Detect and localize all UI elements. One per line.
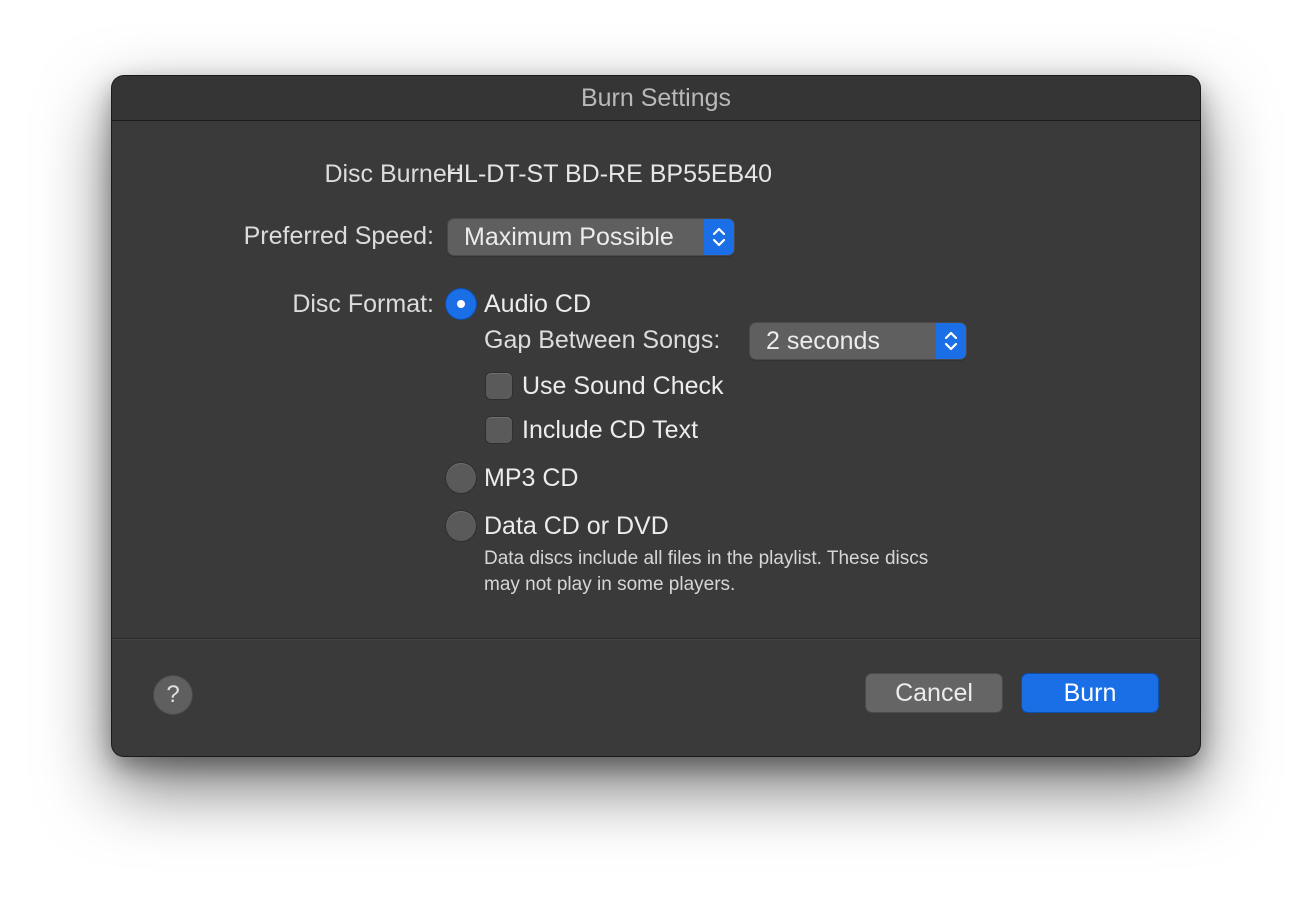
use-sound-check-label[interactable]: Use Sound Check [522,372,724,401]
preferred-speed-popup[interactable]: Maximum Possible [448,219,734,255]
data-cd-note: Data discs include all files in the play… [484,548,929,595]
chevron-up-down-icon [936,323,966,359]
burn-button[interactable]: Burn [1022,674,1158,712]
preferred-speed-label: Preferred Speed: [243,222,434,250]
data-cd-radio[interactable] [446,511,476,541]
chevron-up-down-icon [704,219,734,255]
audio-cd-radio[interactable] [446,289,476,319]
include-cd-text-checkbox[interactable] [486,417,512,443]
data-cd-label[interactable]: Data CD or DVD [484,512,669,541]
footer-divider [112,638,1200,640]
disc-format-label: Disc Format: [292,290,434,318]
preferred-speed-value: Maximum Possible [464,222,674,251]
title-bar: Burn Settings [112,76,1200,121]
cancel-button[interactable]: Cancel [866,674,1002,712]
help-button[interactable]: ? [154,676,192,714]
gap-between-songs-label: Gap Between Songs: [484,326,721,354]
dialog-title: Burn Settings [580,83,732,112]
include-cd-text-label[interactable]: Include CD Text [522,416,698,445]
mp3-cd-label[interactable]: MP3 CD [484,464,578,493]
use-sound-check-checkbox[interactable] [486,373,512,399]
burn-settings-dialog: Burn Settings Disc Burner: HL-DT-ST BD-R… [112,76,1200,756]
disc-burner-value: HL-DT-ST BD-RE BP55EB40 [446,160,773,188]
gap-between-songs-value: 2 seconds [766,326,880,355]
gap-between-songs-popup[interactable]: 2 seconds [750,323,966,359]
audio-cd-label[interactable]: Audio CD [484,290,591,319]
question-mark-icon: ? [166,681,180,708]
disc-burner-label: Disc Burner: [324,160,462,188]
mp3-cd-radio[interactable] [446,463,476,493]
